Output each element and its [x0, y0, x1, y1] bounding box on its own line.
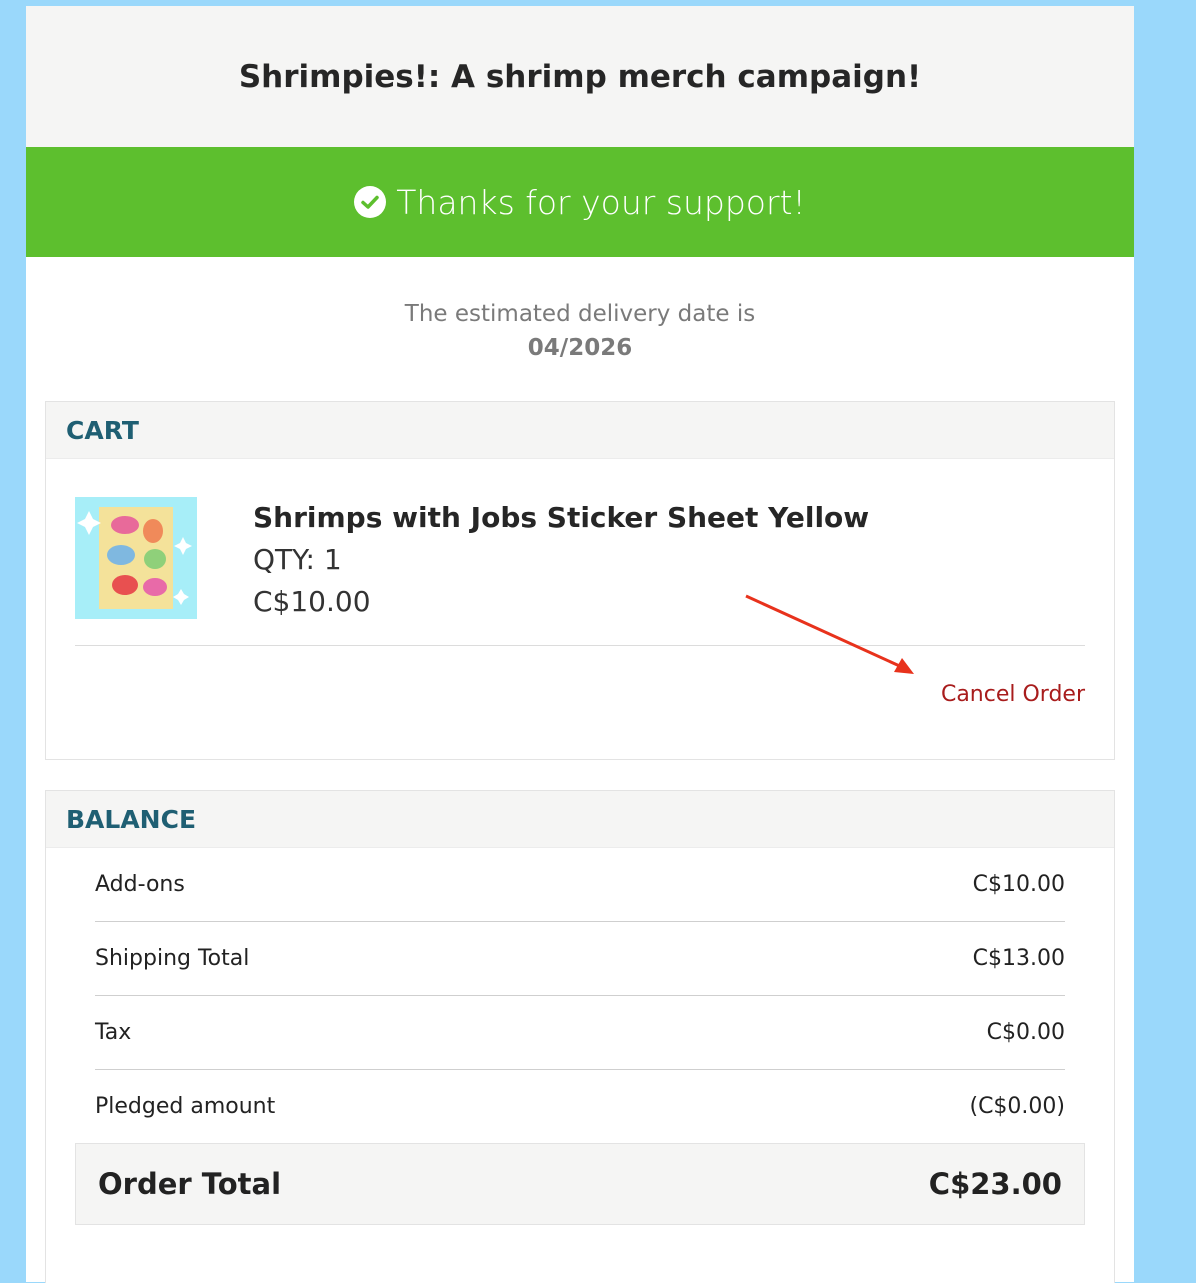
success-banner: Thanks for your support!	[26, 147, 1134, 257]
delivery-estimate: The estimated delivery date is 04/2026	[26, 297, 1134, 365]
balance-row-shipping: Shipping Total C$13.00	[95, 922, 1065, 996]
delivery-date: 04/2026	[527, 335, 633, 361]
order-confirmation-page: Shrimpies!: A shrimp merch campaign! Tha…	[26, 6, 1134, 1283]
item-quantity: QTY: 1	[253, 543, 342, 576]
banner-message: Thanks for your support!	[396, 182, 806, 222]
campaign-header: Shrimpies!: A shrimp merch campaign!	[26, 6, 1134, 147]
balance-row-tax: Tax C$0.00	[95, 996, 1065, 1070]
order-total-value: C$23.00	[928, 1167, 1062, 1201]
balance-row-addons: Add-ons C$10.00	[95, 848, 1065, 922]
order-total: Order Total C$23.00	[75, 1143, 1085, 1225]
balance-row-value: C$13.00	[972, 946, 1065, 971]
check-circle-icon	[354, 186, 387, 218]
cart-heading: CART	[46, 402, 1114, 459]
product-thumbnail	[75, 497, 197, 619]
item-name: Shrimps with Jobs Sticker Sheet Yellow	[253, 501, 870, 534]
balance-row-value: C$10.00	[972, 872, 1065, 897]
balance-rows: Add-ons C$10.00 Shipping Total C$13.00 T…	[95, 848, 1065, 1143]
annotation-arrow-icon	[745, 594, 914, 674]
balance-panel: BALANCE Add-ons C$10.00 Shipping Total C…	[45, 790, 1115, 1283]
balance-row-label: Shipping Total	[95, 946, 250, 971]
balance-row-pledged: Pledged amount (C$0.00)	[95, 1070, 1065, 1143]
balance-row-label: Tax	[95, 1020, 132, 1045]
order-total-label: Order Total	[98, 1167, 282, 1201]
balance-heading: BALANCE	[46, 791, 1114, 848]
cart-panel: CART Shrimps with Jobs Sticker Sheet Yel…	[45, 401, 1115, 760]
balance-row-value: (C$0.00)	[969, 1094, 1065, 1119]
balance-row-label: Add-ons	[95, 872, 185, 897]
delivery-text: The estimated delivery date is	[404, 301, 756, 327]
cancel-order-link[interactable]: Cancel Order	[941, 682, 1085, 707]
campaign-title: Shrimpies!: A shrimp merch campaign!	[238, 58, 922, 95]
balance-row-label: Pledged amount	[95, 1094, 276, 1119]
balance-row-value: C$0.00	[986, 1020, 1065, 1045]
